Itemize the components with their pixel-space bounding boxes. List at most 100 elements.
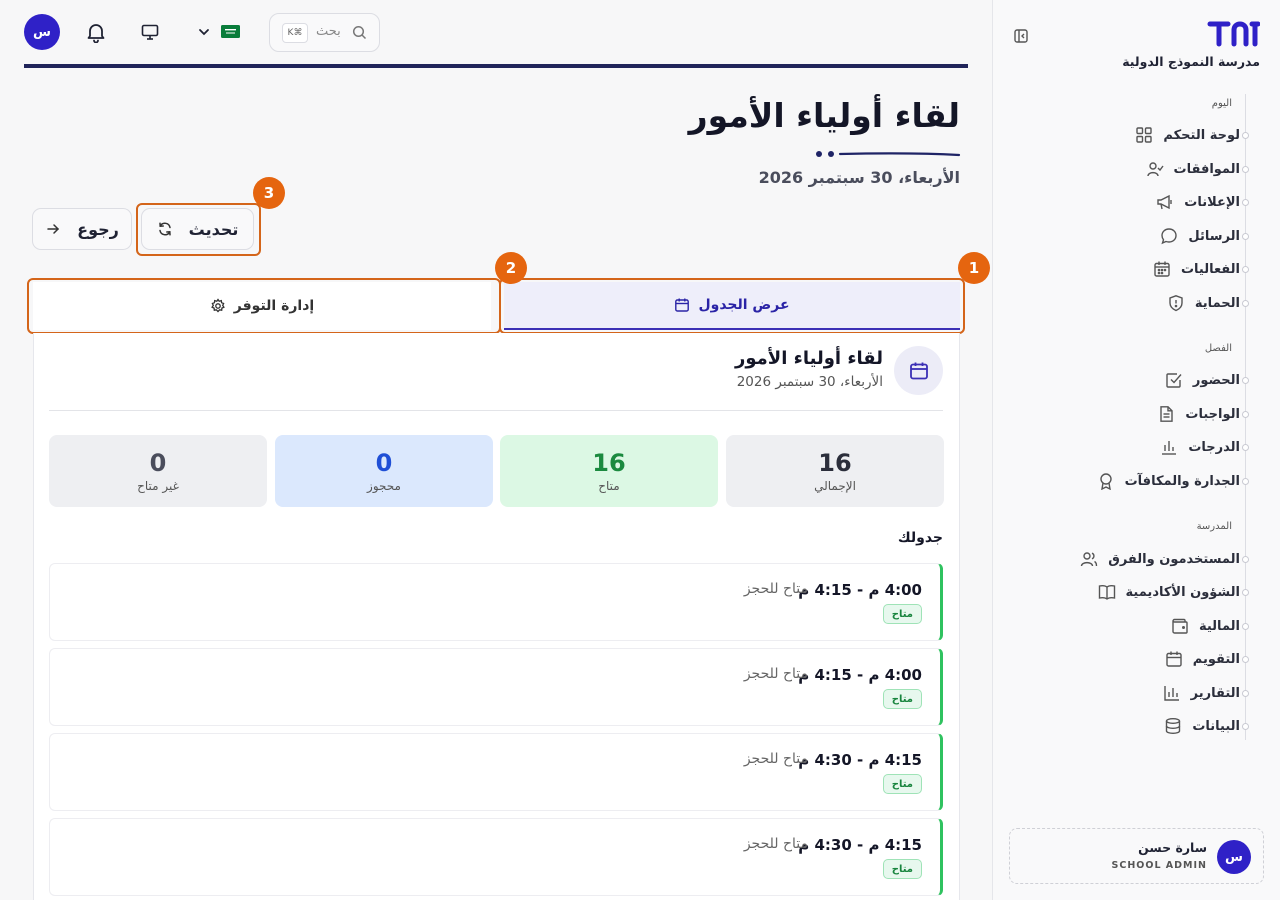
chart-icon xyxy=(1163,686,1179,701)
page-title: لقاء أولياء الأمور xyxy=(688,96,960,135)
search-placeholder: بحث xyxy=(316,24,341,39)
dashboard-icon xyxy=(1136,127,1153,143)
tab-schedule-view[interactable]: عرض الجدول xyxy=(504,282,960,330)
sidebar-item-approvals[interactable]: الموافقات xyxy=(1146,154,1249,184)
slot-status: متاح للحجز xyxy=(743,581,808,597)
arrow-right-icon xyxy=(47,224,60,234)
sidebar-item-label: الدرجات xyxy=(1188,439,1240,455)
nav-dot xyxy=(1241,132,1249,139)
nav-section-today: اليوم xyxy=(1211,98,1232,109)
calendar-icon xyxy=(675,298,690,312)
sidebar-item-attendance[interactable]: الحضور xyxy=(1165,365,1249,395)
avatar[interactable]: س xyxy=(24,14,60,50)
sidebar-item-label: الحماية xyxy=(1194,295,1240,311)
status-badge: متاح xyxy=(882,689,922,709)
time-slot[interactable]: 4:15 م - 4:30 م متاح للحجز متاح xyxy=(49,733,943,811)
bell-icon[interactable] xyxy=(85,21,107,43)
time-slot[interactable]: 4:15 م - 4:30 م متاح للحجز متاح xyxy=(49,818,943,896)
back-button-label: رجوع xyxy=(77,219,119,239)
sidebar-item-announcements[interactable]: الإعلانات xyxy=(1156,187,1249,217)
sidebar-item-label: الإعلانات xyxy=(1184,194,1240,210)
stat-available: 16 متاح xyxy=(500,435,718,507)
sidebar-item-data[interactable]: البيانات xyxy=(1164,711,1249,741)
back-button[interactable]: رجوع xyxy=(32,208,132,250)
stat-value: 0 xyxy=(375,449,393,477)
nav-dot xyxy=(1241,589,1249,596)
card-divider xyxy=(49,410,943,411)
time-slot[interactable]: 4:00 م - 4:15 م متاح للحجز متاح xyxy=(49,563,943,641)
monitor-icon[interactable] xyxy=(141,23,159,41)
search-icon xyxy=(352,25,367,40)
wallet-icon xyxy=(1172,618,1188,634)
nav-dot xyxy=(1241,478,1249,485)
user-name: سارة حسن xyxy=(1138,840,1207,855)
nav-dot xyxy=(1241,623,1249,630)
sidebar-item-label: المستخدمون والفرق xyxy=(1108,551,1240,567)
stat-value: 0 xyxy=(149,449,167,477)
slot-status: متاح للحجز xyxy=(743,666,808,682)
calendar-grid-icon xyxy=(1154,261,1170,277)
annotation-badge-2: 2 xyxy=(495,252,527,284)
sidebar-item-dashboard[interactable]: لوحة التحكم xyxy=(1135,120,1249,150)
annotation-badge-1: 1 xyxy=(958,252,990,284)
sidebar-item-label: التقويم xyxy=(1192,651,1240,667)
stat-label: محجوز xyxy=(367,479,401,493)
stat-value: 16 xyxy=(818,449,852,477)
megaphone-icon xyxy=(1157,194,1172,210)
chevron-down-icon[interactable] xyxy=(196,24,212,40)
time-slot[interactable]: 4:00 م - 4:15 م متاح للحجز متاح xyxy=(49,648,943,726)
sidebar-item-events[interactable]: الفعاليات xyxy=(1153,254,1249,284)
title-underline-decoration xyxy=(816,151,961,157)
tab-manage-availability[interactable]: إدارة التوفر xyxy=(33,282,491,330)
sidebar-item-calendar[interactable]: التقويم xyxy=(1165,644,1249,674)
sidebar-item-label: الواجبات xyxy=(1185,406,1240,422)
slot-status: متاح للحجز xyxy=(743,751,808,767)
slot-time: 4:00 م - 4:15 م xyxy=(798,581,922,599)
annotation-badge-3: 3 xyxy=(253,177,285,209)
sidebar-item-merit[interactable]: الجدارة والمكافآت xyxy=(1097,466,1249,496)
sidebar-item-protection[interactable]: الحماية xyxy=(1167,288,1249,318)
calendar-icon xyxy=(1166,651,1182,667)
sidebar-item-finance[interactable]: المالية xyxy=(1171,611,1249,641)
brand-logo-icon[interactable] xyxy=(1206,18,1260,48)
stat-label: متاح xyxy=(598,479,620,493)
users-icon xyxy=(1081,552,1098,567)
slot-time: 4:15 م - 4:30 م xyxy=(798,836,922,854)
sidebar-item-homework[interactable]: الواجبات xyxy=(1157,399,1249,429)
sidebar-item-academics[interactable]: الشؤون الأكاديمية xyxy=(1098,577,1249,607)
sidebar-item-label: الجدارة والمكافآت xyxy=(1124,473,1240,489)
nav-section-class: الفصل xyxy=(1204,343,1232,354)
check-square-icon xyxy=(1166,373,1182,388)
sidebar: مدرسة النموذج الدولية اليوم لوحة التحكم … xyxy=(992,0,1280,900)
nav-dot xyxy=(1241,411,1249,418)
refresh-button[interactable]: تحديث xyxy=(141,208,254,250)
sidebar-item-reports[interactable]: التقارير xyxy=(1163,678,1249,708)
event-date: الأربعاء، 30 سبتمبر 2026 xyxy=(736,374,883,390)
nav-dot xyxy=(1241,723,1249,730)
user-profile-card[interactable]: س سارة حسن SCHOOL ADMIN xyxy=(1009,828,1264,884)
sidebar-item-label: المالية xyxy=(1198,618,1240,634)
nav-dot xyxy=(1241,656,1249,663)
page-date: الأربعاء، 30 سبتمبر 2026 xyxy=(758,168,960,187)
schedule-heading: جدولك xyxy=(897,530,943,546)
saudi-flag-icon[interactable] xyxy=(221,25,240,38)
sidebar-collapse-icon[interactable] xyxy=(1013,28,1029,44)
calendar-icon xyxy=(909,362,928,379)
slot-time: 4:15 م - 4:30 م xyxy=(798,751,922,769)
refresh-button-label: تحديث xyxy=(188,219,239,239)
status-badge: متاح xyxy=(882,604,922,624)
nav-dot xyxy=(1241,199,1249,206)
nav-dot xyxy=(1241,444,1249,451)
sidebar-item-label: البيانات xyxy=(1192,718,1240,734)
search-shortcut: K⌘ xyxy=(282,23,308,43)
sidebar-item-messages[interactable]: الرسائل xyxy=(1160,221,1249,251)
search-input[interactable]: K⌘ بحث xyxy=(269,13,380,52)
sidebar-item-grades[interactable]: الدرجات xyxy=(1160,432,1249,462)
sidebar-item-label: الموافقات xyxy=(1173,161,1240,177)
event-title: لقاء أولياء الأمور xyxy=(735,348,883,369)
shield-icon xyxy=(1169,295,1183,312)
nav-dot xyxy=(1241,166,1249,173)
topbar-divider xyxy=(24,64,968,68)
gear-icon xyxy=(210,298,225,313)
sidebar-item-users[interactable]: المستخدمون والفرق xyxy=(1080,544,1249,574)
